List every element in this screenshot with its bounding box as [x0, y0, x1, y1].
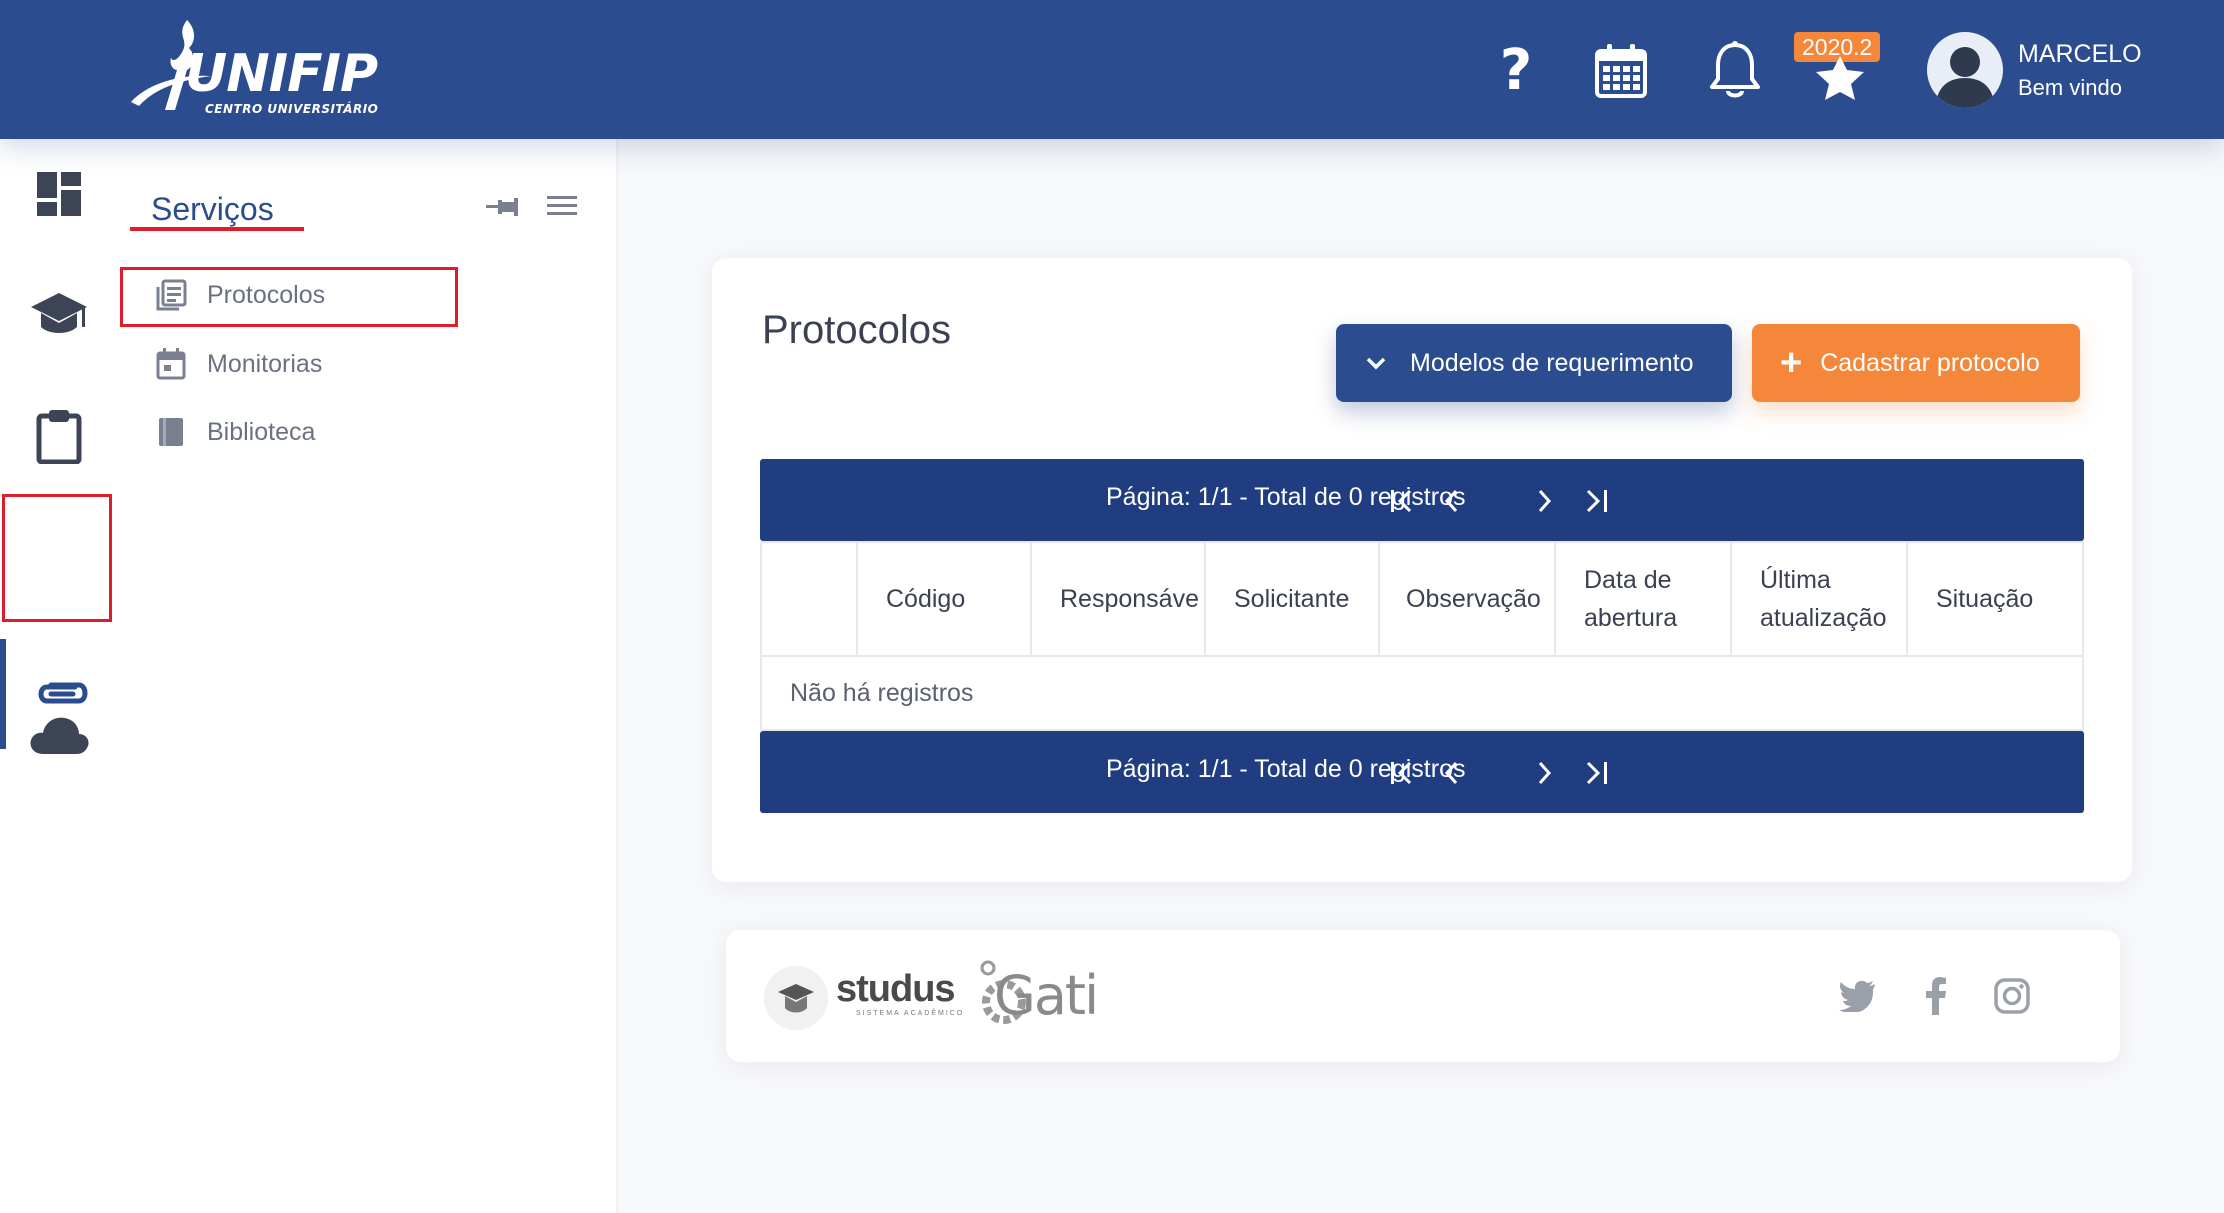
previous-page-icon[interactable] — [1434, 483, 1470, 519]
footer: studus SISTEMA ACADÊMICO Gati — [726, 930, 2120, 1062]
select-column-header — [762, 543, 856, 655]
cloud-icon[interactable] — [0, 679, 118, 789]
bell-icon[interactable] — [1700, 38, 1770, 104]
pagination-bottom: Página: 1/1 - Total de 0 registros — [760, 731, 2084, 813]
help-symbol: ? — [1499, 38, 1533, 103]
user-name: MARCELO — [2018, 40, 2142, 68]
page-title: Protocolos — [762, 308, 951, 352]
submenu-title: Serviços — [151, 191, 274, 227]
book-icon — [153, 414, 189, 450]
submenu-item-label: Biblioteca — [207, 417, 316, 446]
star-icon — [1816, 56, 1864, 100]
first-page-icon[interactable] — [1384, 483, 1420, 519]
services-submenu: Serviços Protocolos Monitorias Bibliotec… — [118, 139, 618, 1213]
column-header-codigo[interactable]: Código — [856, 543, 1030, 655]
help-icon[interactable]: ? — [1481, 38, 1551, 104]
empty-table-row: Não há registros — [760, 657, 2084, 731]
calendar-icon[interactable] — [1586, 38, 1656, 104]
top-bar: UNIFIP CENTRO UNIVERSITÁRIO ? 2020.2 MAR… — [0, 0, 2224, 139]
gati-wordmark: Gati — [994, 964, 1099, 1027]
previous-page-icon[interactable] — [1434, 755, 1470, 791]
studus-wordmark: studus — [836, 968, 956, 1010]
unifip-logo[interactable]: UNIFIP CENTRO UNIVERSITÁRIO — [125, 14, 395, 122]
graduation-cap-icon[interactable] — [0, 259, 118, 369]
column-header-ultima-atualizacao[interactable]: Última atualização — [1730, 543, 1906, 655]
new-protocol-label: Cadastrar protocolo — [1820, 348, 2040, 377]
submenu-item-label: Monitorias — [207, 349, 323, 378]
column-header-solicitante[interactable]: Solicitante — [1204, 543, 1378, 655]
new-protocol-button[interactable]: + Cadastrar protocolo — [1752, 324, 2080, 402]
semester-selector[interactable]: 2020.2 — [1782, 28, 1902, 100]
plus-icon: + — [1780, 342, 1803, 384]
pagination-top: Página: 1/1 - Total de 0 registros — [760, 459, 2084, 541]
table-header: Código Responsáve Solicitante Observação… — [760, 541, 2084, 657]
twitter-icon[interactable] — [1836, 974, 1880, 1018]
clipboard-icon[interactable] — [0, 381, 118, 491]
user-greeting: Bem vindo — [2018, 75, 2122, 100]
rail-highlight-box — [2, 494, 112, 622]
hamburger-icon[interactable] — [547, 194, 577, 221]
logo-subtitle: CENTRO UNIVERSITÁRIO — [205, 102, 379, 116]
column-header-responsavel[interactable]: Responsáve — [1030, 543, 1204, 655]
studus-logo-icon — [764, 966, 828, 1030]
icon-rail — [0, 139, 118, 1213]
instagram-icon[interactable] — [1990, 974, 2034, 1018]
column-header-data-abertura[interactable]: Data de abertura — [1554, 543, 1730, 655]
title-underline — [130, 227, 304, 231]
next-page-icon[interactable] — [1526, 755, 1562, 791]
column-header-situacao[interactable]: Situação — [1906, 543, 2082, 655]
studus-subtext: SISTEMA ACADÊMICO — [856, 1010, 965, 1017]
next-page-icon[interactable] — [1526, 483, 1562, 519]
last-page-icon[interactable] — [1578, 755, 1614, 791]
menu-highlight-box — [120, 267, 458, 327]
dashboard-icon[interactable] — [0, 139, 118, 249]
request-models-button[interactable]: Modelos de requerimento — [1336, 324, 1732, 402]
calendar-small-icon — [153, 346, 189, 382]
column-header-observacao[interactable]: Observação — [1378, 543, 1554, 655]
first-page-icon[interactable] — [1384, 755, 1420, 791]
last-page-icon[interactable] — [1578, 483, 1614, 519]
submenu-item-monitorias[interactable]: Monitorias — [153, 337, 473, 391]
protocols-card: Protocolos Modelos de requerimento + Cad… — [712, 258, 2132, 882]
submenu-item-biblioteca[interactable]: Biblioteca — [153, 405, 473, 459]
pin-icon[interactable] — [486, 195, 520, 224]
user-avatar[interactable] — [1927, 32, 2003, 108]
logo-wordmark: UNIFIP — [185, 44, 378, 104]
chevron-down-icon — [1366, 356, 1386, 370]
empty-message: Não há registros — [790, 679, 974, 707]
facebook-icon[interactable] — [1914, 974, 1958, 1018]
request-models-label: Modelos de requerimento — [1410, 348, 1694, 377]
